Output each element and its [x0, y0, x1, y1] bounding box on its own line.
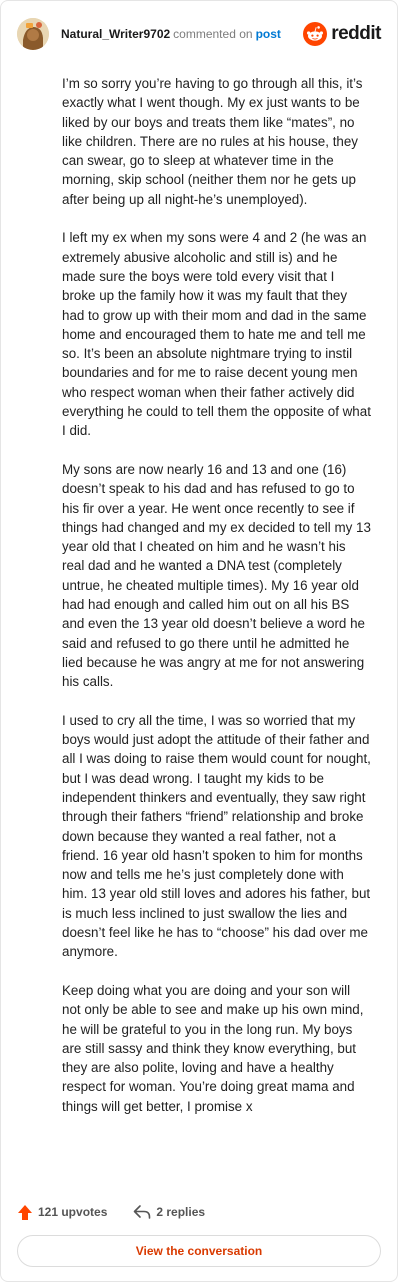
comment-paragraph: I’m so sorry you’re having to go through…: [62, 76, 363, 207]
upvote-count[interactable]: 121 upvotes: [17, 1204, 107, 1221]
comment-paragraph: I used to cry all the time, I was so wor…: [62, 712, 371, 960]
avatar-icon: [17, 18, 49, 50]
comment-meta: Natural_Writer9702 commented on post: [61, 26, 281, 42]
replies-label: 2 replies: [156, 1205, 206, 1219]
comment-footer: 121 upvotes 2 replies: [17, 1199, 381, 1225]
action-text: commented on: [173, 27, 253, 41]
view-conversation-button[interactable]: View the conversation: [17, 1235, 381, 1267]
comment-paragraph: I left my ex when my sons were 4 and 2 (…: [62, 230, 371, 439]
comment-body: I’m so sorry you’re having to go through…: [62, 74, 371, 1135]
reply-count[interactable]: 2 replies: [133, 1204, 205, 1220]
reddit-logo-icon: [303, 22, 328, 46]
comment-card: Natural_Writer9702 commented on post reddi…: [0, 0, 398, 1282]
brand-name: reddit: [331, 23, 381, 44]
upvote-arrow-icon: [18, 1204, 32, 1220]
reply-arrow-icon: [134, 1205, 151, 1219]
comment-paragraph: My sons are now nearly 16 and 13 and one…: [62, 461, 371, 690]
post-link[interactable]: post: [256, 27, 281, 41]
upvotes-label: 121 upvotes: [38, 1205, 108, 1219]
avatar[interactable]: [17, 18, 49, 50]
comment-paragraph: Keep doing what you are doing and your s…: [62, 982, 364, 1114]
username[interactable]: Natural_Writer9702: [61, 27, 170, 41]
comment-header: Natural_Writer9702 commented on post reddi…: [17, 17, 381, 51]
reddit-brand[interactable]: reddit: [303, 22, 381, 46]
